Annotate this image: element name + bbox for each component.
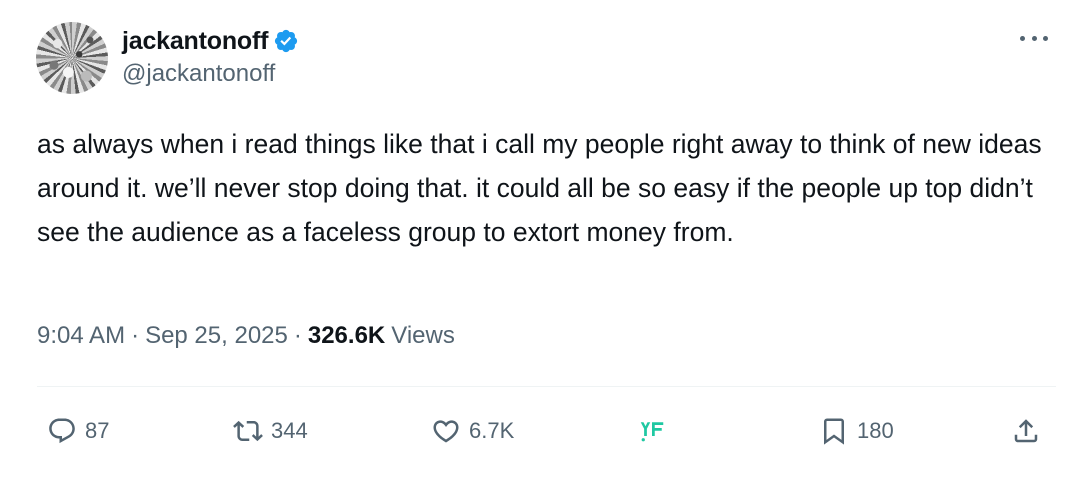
tweet-date[interactable]: Sep 25, 2025 xyxy=(145,322,288,350)
tweet-text: as always when i read things like that i… xyxy=(37,129,1042,247)
repost-count: 344 xyxy=(271,418,308,443)
share-icon xyxy=(1014,419,1038,443)
avatar[interactable] xyxy=(36,22,108,94)
views-count: 326.6K xyxy=(307,322,386,349)
bookmark-button[interactable]: 180 xyxy=(819,408,894,454)
more-dot xyxy=(1043,35,1048,41)
like-count: 6.7K xyxy=(469,418,515,443)
more-dot xyxy=(1020,35,1025,41)
handle[interactable]: @jackantonoff xyxy=(122,60,299,88)
bookmark-icon xyxy=(824,418,844,445)
author-block: jackantonoff @jackantonoff xyxy=(122,24,299,88)
bookmark-count: 180 xyxy=(857,418,894,443)
tweet-time[interactable]: 9:04 AM xyxy=(37,322,125,350)
like-button[interactable]: 6.7K xyxy=(431,408,514,454)
reply-count: 87 xyxy=(85,418,110,443)
more-dot xyxy=(1031,35,1037,41)
tweet-card: jackantonoff @jackantonoff as always whe… xyxy=(0,0,1078,480)
verified-badge-icon xyxy=(275,29,298,53)
divider xyxy=(37,386,1056,387)
reply-button[interactable]: 87 xyxy=(47,408,109,454)
repost-button[interactable]: 344 xyxy=(233,408,308,454)
reply-icon xyxy=(49,418,75,444)
repost-icon xyxy=(233,420,263,442)
views-label: Views xyxy=(391,322,455,349)
display-name[interactable]: jackantonoff xyxy=(122,27,268,56)
tweet-meta: 9:04 AM · Sep 25, 2025 · 326.6K Views xyxy=(37,322,455,350)
more-icon[interactable] xyxy=(1020,28,1048,48)
share-button[interactable] xyxy=(1011,408,1041,454)
app-button[interactable] xyxy=(637,408,667,454)
meta-separator: · xyxy=(293,322,302,349)
display-name-row: jackantonoff xyxy=(122,24,299,58)
app-logo-icon xyxy=(640,422,664,442)
meta-separator: · xyxy=(131,322,140,349)
heart-icon xyxy=(433,420,459,443)
action-bar: 87 344 6.7K 180 xyxy=(37,408,1047,454)
